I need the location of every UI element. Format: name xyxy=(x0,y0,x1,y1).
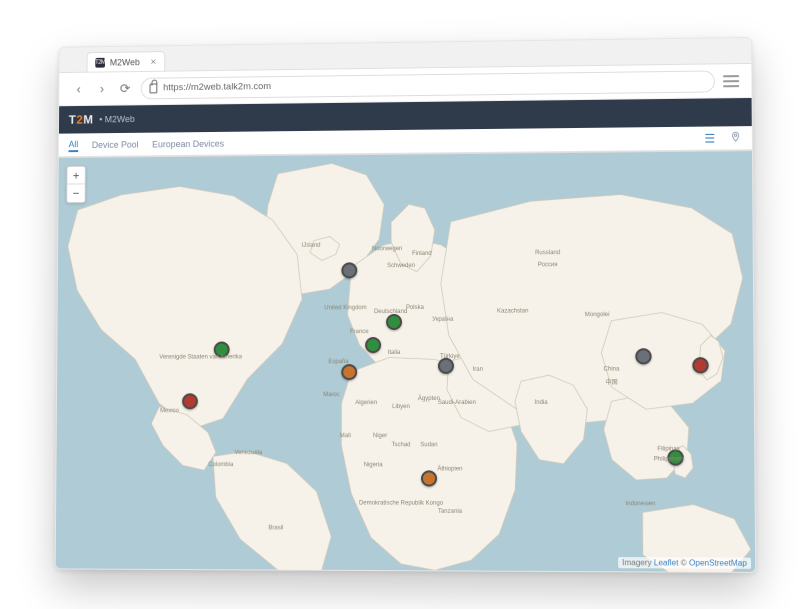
map-marker-eu-1[interactable] xyxy=(386,314,402,330)
favicon-icon: T2M xyxy=(95,57,105,67)
osm-link[interactable]: OpenStreetMap xyxy=(689,558,747,567)
filter-tab-0[interactable]: All xyxy=(69,137,79,152)
map-marker-me-1[interactable] xyxy=(438,357,454,373)
tab-title: M2Web xyxy=(110,57,140,67)
url-text: https://m2web.talk2m.com xyxy=(163,81,271,93)
forward-button[interactable]: › xyxy=(94,81,110,96)
back-button[interactable]: ‹ xyxy=(71,81,87,96)
map-marker-cn-1[interactable] xyxy=(635,348,651,364)
app-logo[interactable]: T2M xyxy=(69,112,94,126)
map-marker-na-1[interactable] xyxy=(213,341,229,357)
url-bar[interactable]: https://m2web.talk2m.com xyxy=(141,69,715,98)
list-view-icon[interactable]: ☰ xyxy=(704,130,715,144)
close-icon[interactable]: × xyxy=(150,56,156,67)
logo-part: M xyxy=(83,112,93,126)
zoom-out-button[interactable]: − xyxy=(67,184,85,202)
map-marker-ph-1[interactable] xyxy=(668,449,684,465)
zoom-control: + − xyxy=(66,165,86,202)
reload-button[interactable]: ⟳ xyxy=(117,80,133,96)
leaflet-link[interactable]: Leaflet xyxy=(654,558,679,567)
map-view-icon[interactable] xyxy=(729,129,741,145)
map-canvas[interactable]: + − Imagery Leaflet © OpenStreetMap Vere… xyxy=(56,150,755,572)
map-marker-es-1[interactable] xyxy=(341,363,357,379)
logo-part: T xyxy=(69,112,77,126)
breadcrumb: • M2Web xyxy=(99,114,135,124)
map-marker-atl-1[interactable] xyxy=(341,262,357,278)
menu-button[interactable] xyxy=(723,74,739,86)
map-marker-jp-1[interactable] xyxy=(692,356,708,372)
world-map-icon xyxy=(56,151,755,572)
map-marker-eu-2[interactable] xyxy=(365,336,381,352)
lock-icon xyxy=(149,83,157,93)
browser-tab[interactable]: T2M M2Web × xyxy=(87,51,165,72)
filter-tab-1[interactable]: Device Pool xyxy=(92,137,139,151)
zoom-in-button[interactable]: + xyxy=(67,166,85,184)
map-attribution: Imagery Leaflet © OpenStreetMap xyxy=(618,557,751,569)
filter-tab-2[interactable]: European Devices xyxy=(152,136,224,151)
browser-window: T2M M2Web × ‹ › ⟳ https://m2web.talk2m.c… xyxy=(55,36,757,572)
map-marker-mx-1[interactable] xyxy=(182,393,198,409)
map-marker-af-1[interactable] xyxy=(421,470,437,486)
